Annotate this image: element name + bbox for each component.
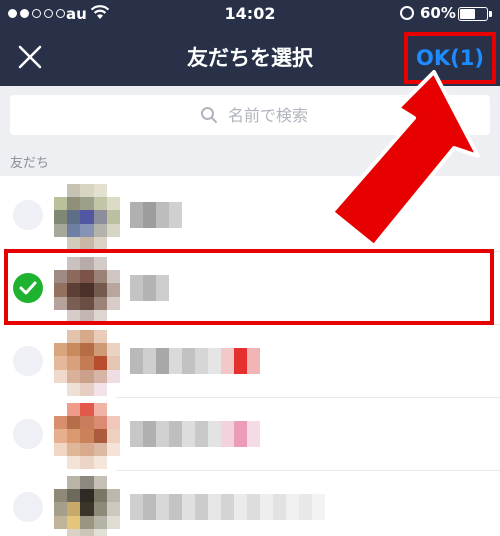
- search-icon: [201, 107, 217, 123]
- avatar: [54, 476, 120, 536]
- blurred-name: [130, 348, 260, 374]
- status-bar: au 14:02 60%: [0, 0, 500, 28]
- selected-row-highlight: [4, 249, 494, 325]
- battery-tip: [489, 11, 492, 17]
- battery-icon: [458, 7, 488, 21]
- unchecked-circle-icon[interactable]: [13, 346, 43, 376]
- avatar: [54, 184, 120, 250]
- blurred-name: [130, 494, 325, 520]
- friend-row[interactable]: [0, 468, 500, 536]
- unchecked-circle-icon[interactable]: [13, 200, 43, 230]
- unchecked-circle-icon[interactable]: [13, 419, 43, 449]
- avatar: [54, 403, 120, 469]
- section-title: 友だち: [10, 156, 50, 171]
- battery-fill: [460, 9, 475, 19]
- blurred-name: [130, 202, 182, 228]
- alarm-icon: [400, 6, 414, 20]
- friend-row[interactable]: [0, 395, 500, 471]
- battery-percentage: 60%: [420, 4, 456, 22]
- avatar: [54, 330, 120, 396]
- friend-row[interactable]: [0, 322, 500, 398]
- blurred-name: [130, 421, 260, 447]
- red-arrow-annotation: [330, 70, 480, 248]
- unchecked-circle-icon[interactable]: [13, 492, 43, 522]
